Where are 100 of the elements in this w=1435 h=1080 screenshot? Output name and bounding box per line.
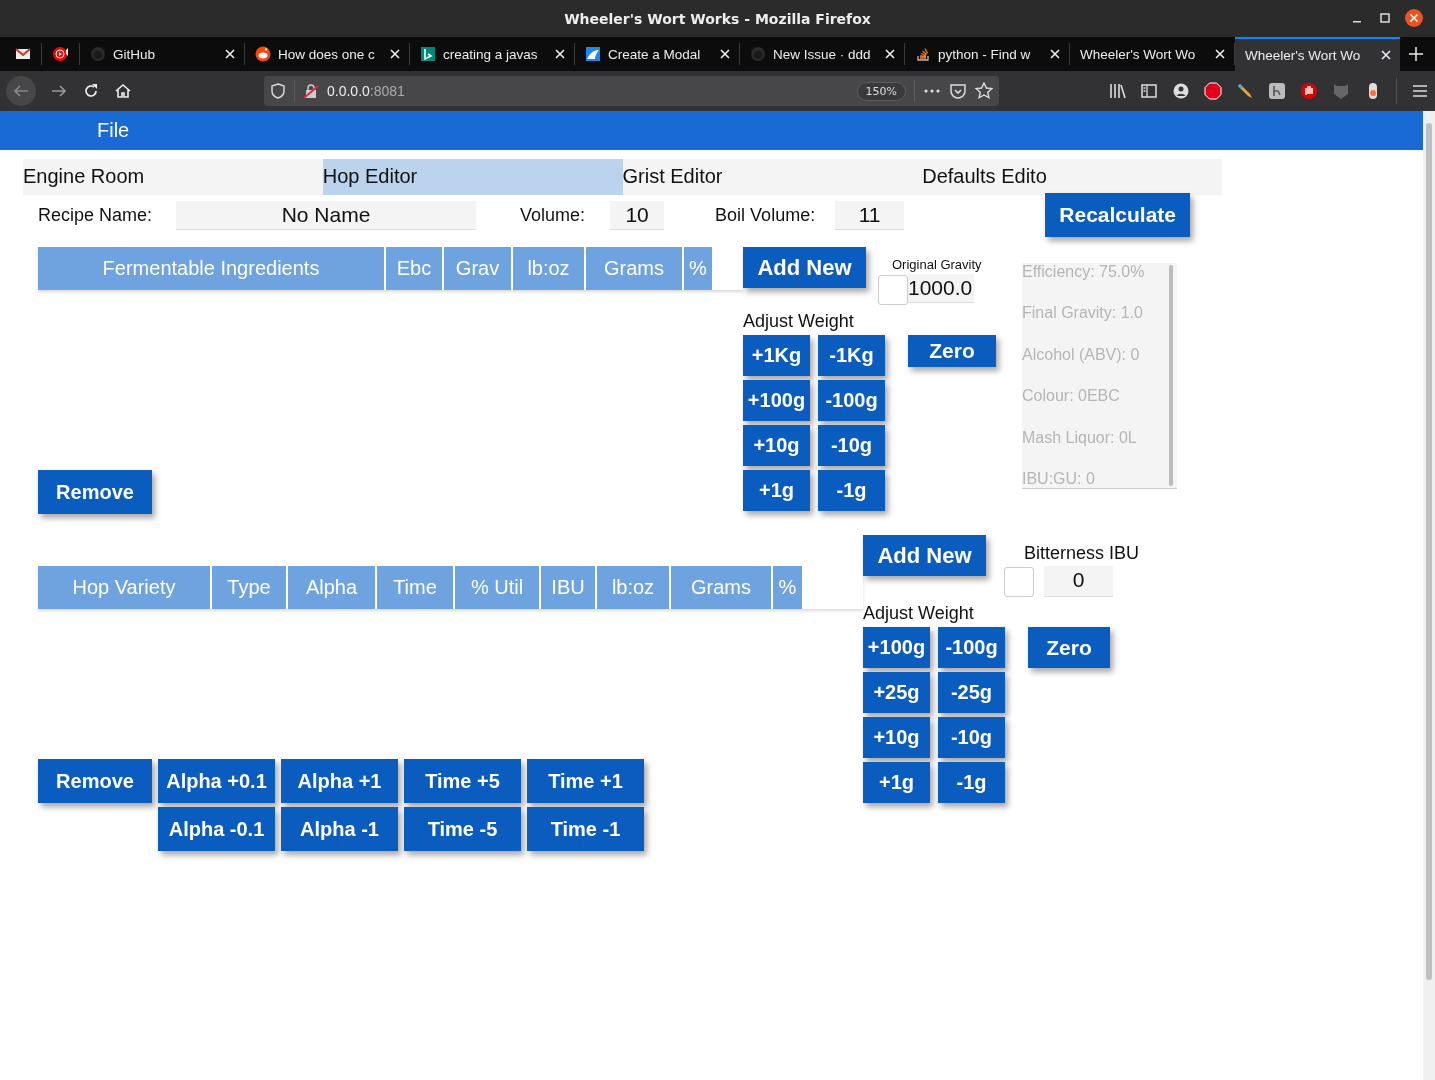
reload-icon[interactable]: [82, 82, 100, 100]
add-new-button[interactable]: Add New: [743, 247, 866, 288]
adjust-weight-button[interactable]: +25g: [863, 672, 930, 713]
adjust-weight-button[interactable]: +1g: [743, 470, 810, 511]
stat-text: Efficiency: 75.0%: [1022, 263, 1146, 281]
tab[interactable]: Defaults Edito: [922, 159, 1222, 195]
browser-tab[interactable]: creating a javas: [410, 43, 575, 65]
add-new-button[interactable]: Add New: [863, 535, 986, 576]
adjust-weight-button[interactable]: +1Kg: [743, 335, 810, 376]
bitterness-label: Bitterness IBU: [1024, 543, 1140, 564]
adjust-button[interactable]: Alpha -1: [281, 807, 398, 851]
address-bar[interactable]: 0.0.0.0:8081 150%: [264, 76, 999, 106]
adjust-button[interactable]: Alpha +0.1: [158, 759, 275, 803]
volume-field[interactable]: 10: [610, 200, 665, 230]
browser-tab[interactable]: How does one c: [245, 43, 410, 65]
adjust-weight-button[interactable]: +1g: [863, 762, 930, 803]
close-icon[interactable]: [1049, 48, 1061, 60]
original-gravity-label: Original Gravity: [892, 257, 982, 272]
checkbox[interactable]: [1004, 567, 1034, 597]
stat-text: Colour: 0EBC: [1022, 387, 1121, 406]
adjust-weight-button[interactable]: -25g: [938, 672, 1005, 713]
browser-tab[interactable]: python - Find w: [905, 43, 1070, 65]
adjust-weight-button[interactable]: +10g: [743, 425, 810, 466]
letter-icon: [420, 46, 436, 62]
sidebar-icon[interactable]: [1140, 82, 1158, 100]
adjust-button[interactable]: Time +5: [404, 759, 521, 803]
boil-volume-field[interactable]: 11: [835, 200, 905, 230]
original-gravity-field[interactable]: 1000.0: [908, 274, 974, 303]
tab[interactable]: Grist Editor: [622, 159, 923, 195]
adjust-weight-button[interactable]: -100g: [818, 380, 885, 421]
stat-text: IBU:GU: 0: [1022, 469, 1096, 488]
puzzle-tile-icon[interactable]: [1268, 82, 1286, 100]
recipe-name-field[interactable]: No Name: [176, 200, 477, 230]
menu-item[interactable]: File: [97, 119, 130, 142]
adjust-weight-button[interactable]: +10g: [863, 717, 930, 758]
adjust-button[interactable]: Alpha -0.1: [158, 807, 275, 851]
remove-button[interactable]: Remove: [38, 759, 152, 803]
lock-crossed-icon[interactable]: [303, 83, 319, 99]
shield-icon[interactable]: [270, 83, 286, 99]
zero-button[interactable]: Zero: [1028, 627, 1110, 668]
tab[interactable]: Engine Room: [23, 159, 323, 195]
browser-tab[interactable]: Wheeler's Wort Wo: [1235, 37, 1400, 71]
zoom-level[interactable]: 150%: [856, 81, 906, 101]
checkbox[interactable]: [878, 275, 908, 305]
hand-icon[interactable]: [1300, 82, 1318, 100]
menu-icon[interactable]: [1411, 82, 1429, 100]
alien-icon: [255, 46, 271, 62]
close-icon[interactable]: [224, 48, 236, 60]
adjust-button[interactable]: Time -5: [404, 807, 521, 851]
mail-icon: [14, 46, 31, 62]
pocket-icon[interactable]: [949, 82, 967, 100]
adjust-weight-label: Adjust Weight: [863, 603, 975, 624]
stat-text: Alcohol (ABV): 0: [1022, 345, 1141, 364]
adjust-weight-button[interactable]: -10g: [938, 717, 1005, 758]
home-icon[interactable]: [114, 82, 132, 100]
adjust-weight-label: Adjust Weight: [743, 311, 855, 332]
adjust-weight-button[interactable]: -1g: [938, 762, 1005, 803]
adjust-button[interactable]: Alpha +1: [281, 759, 398, 803]
bird-icon: [585, 46, 601, 62]
close-icon[interactable]: [1380, 49, 1392, 61]
close-icon[interactable]: [389, 48, 401, 60]
cat-icon: [750, 46, 766, 62]
pencil-icon[interactable]: [1236, 82, 1254, 100]
maximize-icon[interactable]: [1377, 10, 1393, 26]
recipe-name-label: Recipe Name:: [38, 204, 153, 226]
stat-text: Mash Liquor: 0L: [1022, 428, 1138, 447]
url-text[interactable]: 0.0.0.0:8081: [327, 83, 849, 99]
recalculate-button[interactable]: Recalculate: [1045, 193, 1191, 237]
adjust-weight-button[interactable]: -1Kg: [818, 335, 885, 376]
adjust-weight-button[interactable]: -100g: [938, 627, 1005, 668]
bitterness-field[interactable]: 0: [1044, 566, 1113, 597]
browser-tab[interactable]: New Issue · ddd: [740, 43, 905, 65]
close-icon[interactable]: [554, 48, 566, 60]
adjust-weight-button[interactable]: -1g: [818, 470, 885, 511]
close-icon[interactable]: [719, 48, 731, 60]
browser-tab[interactable]: GitHub: [80, 43, 245, 65]
volume-label: Volume:: [520, 204, 586, 226]
stop-sign-icon[interactable]: [1204, 82, 1222, 100]
adjust-weight-button[interactable]: +100g: [863, 627, 930, 668]
adjust-weight-button[interactable]: +100g: [743, 380, 810, 421]
stack-icon: [915, 46, 931, 62]
library-icon[interactable]: [1108, 82, 1126, 100]
close-icon[interactable]: [1214, 48, 1226, 60]
stat-text: Final Gravity: 1.0: [1022, 304, 1144, 323]
star-icon[interactable]: [975, 82, 993, 100]
browser-tab[interactable]: Create a Modal: [575, 43, 740, 65]
scrollbar[interactable]: [1426, 123, 1432, 980]
adjust-button[interactable]: Time +1: [527, 759, 644, 803]
cat-icon: [90, 46, 106, 62]
zero-button[interactable]: Zero: [908, 335, 996, 367]
account-icon[interactable]: [1172, 82, 1190, 100]
boil-volume-label: Boil Volume:: [715, 204, 816, 226]
close-icon[interactable]: [884, 48, 896, 60]
adjust-weight-button[interactable]: -10g: [818, 425, 885, 466]
close-icon[interactable]: [1405, 9, 1423, 27]
tab[interactable]: Hop Editor: [322, 159, 623, 195]
remove-button[interactable]: Remove: [38, 470, 152, 514]
adjust-button[interactable]: Time -1: [527, 807, 644, 851]
plus-icon[interactable]: [1408, 46, 1424, 62]
scrollbar[interactable]: [1169, 265, 1173, 486]
